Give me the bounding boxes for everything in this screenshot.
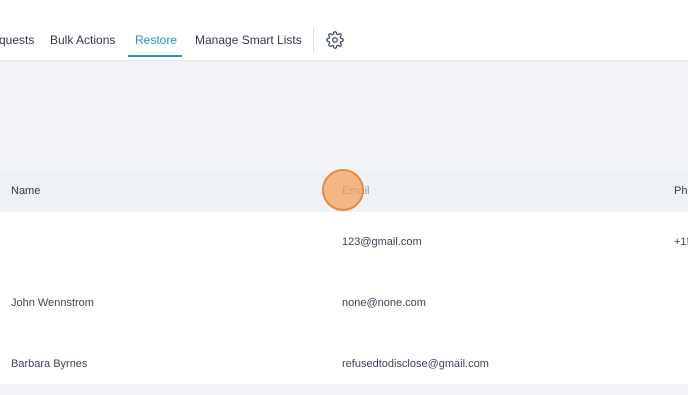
cell-email: refusedtodisclose@gmail.com bbox=[342, 358, 489, 370]
table-body: 123@gmail.com +1! John Wennstrom none@no… bbox=[0, 212, 688, 384]
gear-icon[interactable] bbox=[326, 31, 344, 49]
tab-restore[interactable]: Restore bbox=[135, 33, 177, 47]
tab-divider bbox=[313, 28, 314, 52]
tab-requests[interactable]: quests bbox=[0, 33, 34, 47]
cell-phone: +1! bbox=[674, 236, 688, 248]
table-row[interactable]: John Wennstrom none@none.com bbox=[0, 273, 688, 334]
active-tab-indicator bbox=[128, 55, 182, 57]
cell-email: none@none.com bbox=[342, 297, 426, 309]
tab-bulk-actions[interactable]: Bulk Actions bbox=[50, 33, 115, 47]
column-header-email[interactable]: Email bbox=[342, 185, 370, 197]
tab-manage-smart-lists[interactable]: Manage Smart Lists bbox=[195, 33, 302, 47]
cell-email: 123@gmail.com bbox=[342, 236, 422, 248]
table-row[interactable]: 123@gmail.com +1! bbox=[0, 212, 688, 273]
column-header-phone[interactable]: Ph bbox=[674, 185, 687, 197]
column-header-name[interactable]: Name bbox=[11, 185, 40, 197]
cell-name: John Wennstrom bbox=[11, 297, 94, 309]
table-row[interactable]: Barbara Byrnes refusedtodisclose@gmail.c… bbox=[0, 334, 688, 395]
top-nav-bar: quests Bulk Actions Restore Manage Smart… bbox=[0, 0, 688, 61]
cell-name: Barbara Byrnes bbox=[11, 358, 88, 370]
